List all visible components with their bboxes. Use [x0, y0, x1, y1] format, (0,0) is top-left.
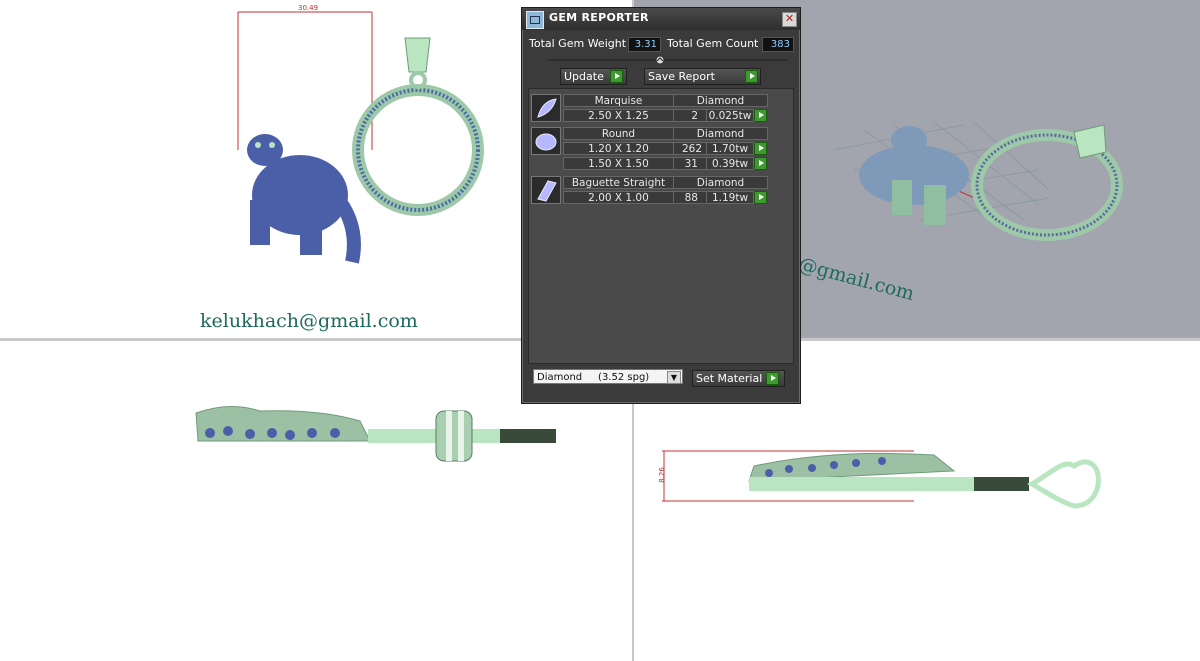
group-1-row-1-weight: 0.025tw: [706, 109, 754, 122]
group-3-row-1-size: 2.00 X 1.00: [563, 191, 674, 204]
group-1-cut: Marquise: [563, 94, 674, 107]
close-icon[interactable]: ✕: [782, 12, 797, 27]
update-label: Update: [564, 70, 604, 83]
marquise-gem-icon[interactable]: [531, 94, 561, 122]
save-report-play-icon[interactable]: [745, 70, 758, 83]
material-select[interactable]: Diamond (3.52 spg) ▼: [533, 369, 683, 384]
total-count-value: 383: [762, 37, 794, 52]
right-dimension-label: 8.26: [657, 467, 666, 483]
group-2-cut: Round: [563, 127, 674, 140]
group-2-row-1-size: 1.20 X 1.20: [563, 142, 674, 155]
gem-reporter-app-icon: [526, 11, 544, 29]
panel-splitter[interactable]: [548, 55, 788, 65]
save-report-button[interactable]: Save Report: [644, 68, 761, 85]
group-1-row-1-count: 2: [673, 109, 707, 122]
group-3-material: Diamond: [673, 176, 768, 189]
round-gem-icon[interactable]: [531, 127, 561, 155]
chevron-down-icon[interactable]: ▼: [667, 371, 681, 384]
set-material-label: Set Material: [696, 372, 763, 385]
group-2-row-2-count: 31: [673, 157, 707, 170]
top-watermark: kelukhach@gmail.com: [200, 310, 418, 332]
group-2-row-1-count: 262: [673, 142, 707, 155]
total-weight-value: 3.31: [628, 37, 661, 52]
group-2-row-1-select-icon[interactable]: [754, 142, 767, 155]
total-count-label: Total Gem Count: [667, 37, 759, 50]
group-3-cut: Baguette Straight: [563, 176, 674, 189]
set-material-play-icon[interactable]: [766, 372, 779, 385]
dialog-title: GEM REPORTER: [549, 11, 649, 24]
group-3-row-1-weight: 1.19tw: [706, 191, 754, 204]
group-3-row-1-select-icon[interactable]: [754, 191, 767, 204]
group-2-row-2-weight: 0.39tw: [706, 157, 754, 170]
save-report-label: Save Report: [648, 70, 715, 83]
dialog-titlebar[interactable]: GEM REPORTER ✕: [522, 8, 800, 30]
top-dimension-label: 30.49: [298, 4, 319, 12]
group-2-material: Diamond: [673, 127, 768, 140]
group-1-row-1-select-icon[interactable]: [754, 109, 767, 122]
group-1-material: Diamond: [673, 94, 768, 107]
baguette-gem-icon[interactable]: [531, 176, 561, 204]
group-2-row-2-size: 1.50 X 1.50: [563, 157, 674, 170]
group-2-row-2-select-icon[interactable]: [754, 157, 767, 170]
material-select-value: Diamond (3.52 spg): [537, 372, 650, 383]
update-play-icon[interactable]: [610, 70, 623, 83]
total-weight-label: Total Gem Weight: [529, 37, 627, 50]
group-2-row-1-weight: 1.70tw: [706, 142, 754, 155]
group-1-row-1-size: 2.50 X 1.25: [563, 109, 674, 122]
group-3-row-1-count: 88: [673, 191, 707, 204]
